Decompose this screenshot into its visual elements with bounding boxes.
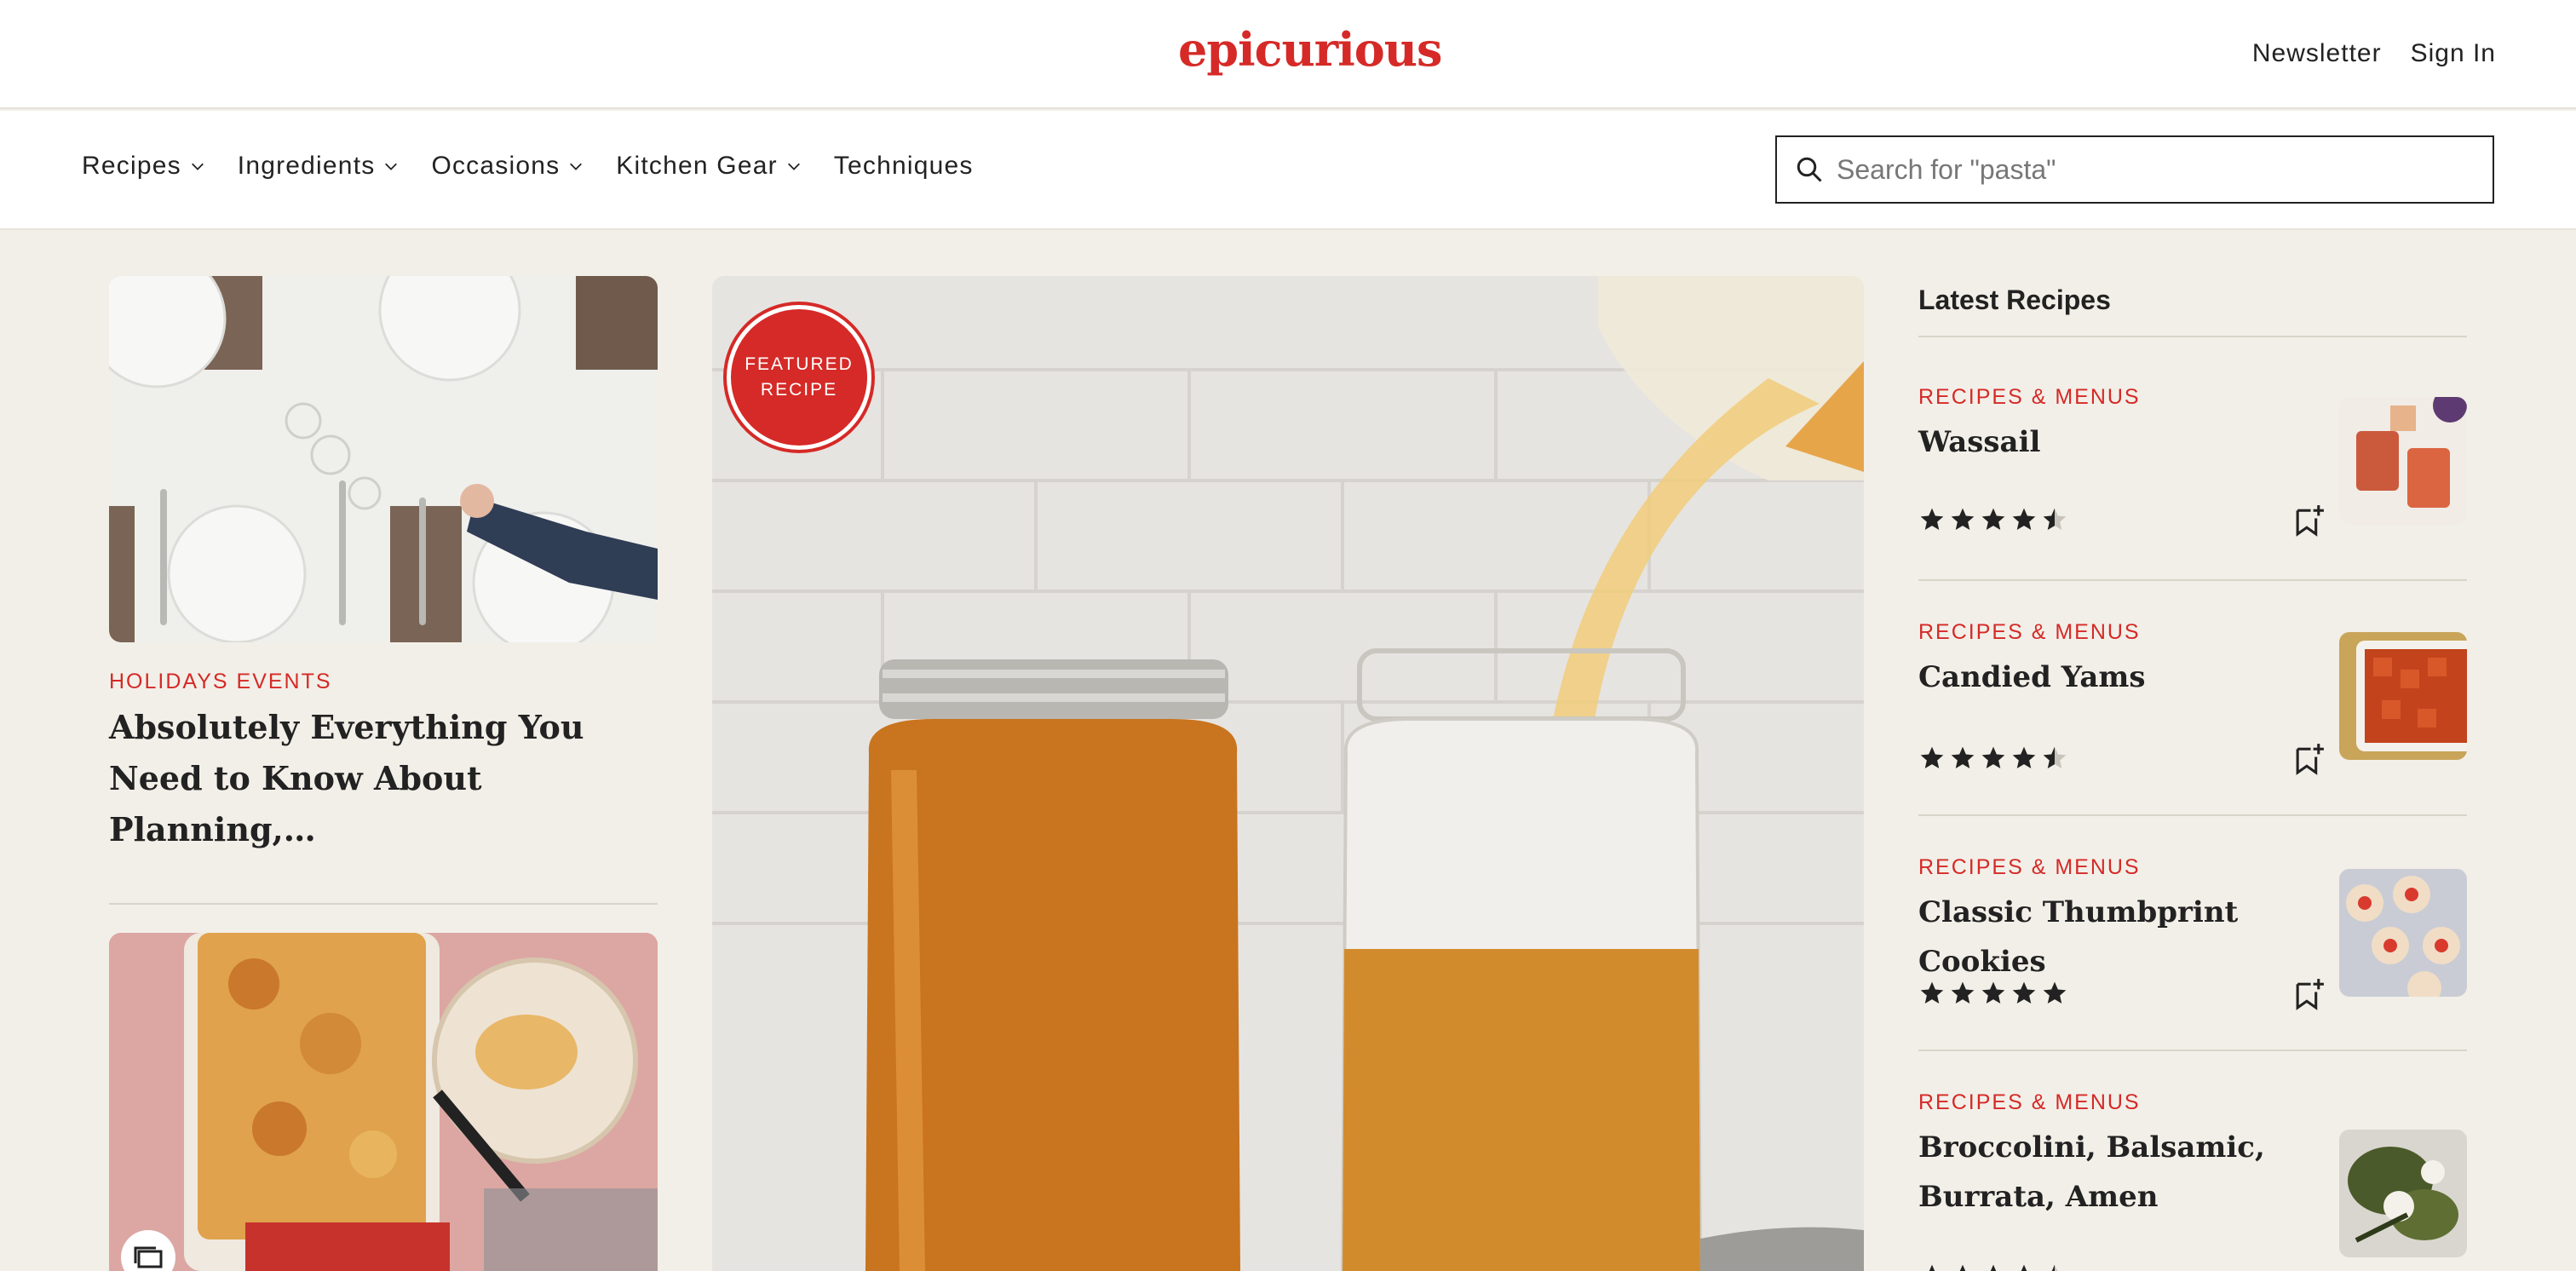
- nav-item-ingredients[interactable]: Ingredients: [238, 152, 400, 181]
- article-image-table-setting[interactable]: [109, 276, 658, 642]
- featured-recipe-badge: FEATURED RECIPE: [727, 305, 871, 450]
- search-icon[interactable]: [1794, 154, 1825, 185]
- article-eyebrow[interactable]: HOLIDAYS EVENTS: [109, 670, 332, 694]
- site-logo[interactable]: epicurious: [1178, 22, 1442, 77]
- half-star-icon: [2043, 746, 2067, 768]
- list-item: RECIPES & MENUS Candied Yams: [1918, 620, 2467, 802]
- half-star-icon: [2051, 1264, 2058, 1271]
- list-item: RECIPES & MENUS Broccolini, Balsamic, Bu…: [1918, 1090, 2467, 1271]
- newsletter-link[interactable]: Newsletter: [2252, 39, 2382, 68]
- chevron-down-icon: [191, 163, 204, 170]
- star-icon: [2043, 981, 2067, 1004]
- thumbprint-cookies-photo: [2339, 869, 2467, 997]
- recipe-eyebrow[interactable]: RECIPES & MENUS: [1918, 385, 2141, 410]
- star-icon: [2021, 1264, 2027, 1271]
- star-rating: [1918, 980, 2068, 1007]
- badge-line: RECIPE: [760, 380, 838, 400]
- star-icon: [1920, 508, 1944, 530]
- star-icon: [1951, 746, 1975, 768]
- article-image-mac-cheese[interactable]: [109, 933, 658, 1271]
- bookmark-add-icon[interactable]: [2293, 976, 2326, 1010]
- star-icon: [1951, 508, 1975, 530]
- recipe-title[interactable]: Candied Yams: [1918, 653, 2319, 702]
- star-icon: [2012, 746, 2036, 768]
- search-input[interactable]: [1837, 153, 2484, 186]
- recipe-title[interactable]: Classic Thumbprint Cookies: [1918, 888, 2319, 986]
- star-icon: [1981, 508, 2005, 530]
- broccolini-photo: [2339, 1130, 2467, 1257]
- divider: [1918, 336, 2467, 337]
- recipe-title[interactable]: Broccolini, Balsamic, Burrata, Amen: [1918, 1123, 2319, 1222]
- gallery-icon: [134, 1246, 163, 1268]
- star-icon: [1981, 981, 2005, 1004]
- recipe-title[interactable]: Wassail: [1918, 417, 2319, 467]
- baked-macaroni-photo: [109, 933, 658, 1271]
- star-icon: [1990, 1264, 1997, 1271]
- search-box: [1775, 135, 2494, 204]
- sign-in-link[interactable]: Sign In: [2411, 39, 2496, 68]
- recipe-thumbnail[interactable]: [2339, 869, 2467, 997]
- list-item: RECIPES & MENUS Classic Thumbprint Cooki…: [1918, 855, 2467, 1038]
- candied-yams-photo: [2339, 632, 2467, 760]
- half-star-icon: [2043, 508, 2067, 530]
- nav-item-label: Occasions: [431, 152, 561, 180]
- recipe-thumbnail[interactable]: [2339, 397, 2467, 525]
- divider: [1918, 814, 2467, 816]
- star-icon: [1920, 746, 1944, 768]
- star-icon: [1951, 981, 1975, 1004]
- star-rating: [1918, 745, 2068, 772]
- star-icon: [1929, 1264, 1935, 1271]
- divider: [109, 903, 658, 905]
- recipe-thumbnail[interactable]: [2339, 632, 2467, 760]
- account-links: Newsletter Sign In: [2252, 39, 2496, 68]
- star-rating: [1918, 506, 2068, 533]
- divider: [1918, 1050, 2467, 1051]
- nav-item-label: Recipes: [82, 152, 181, 180]
- nav-menu: Recipes Ingredients Occasions Kitchen Ge…: [82, 152, 974, 181]
- recipe-eyebrow[interactable]: RECIPES & MENUS: [1918, 1090, 2141, 1115]
- star-icon: [1959, 1264, 1966, 1271]
- wassail-photo: [2339, 397, 2467, 525]
- divider: [1918, 579, 2467, 581]
- nav-item-label: Techniques: [833, 152, 974, 180]
- list-item: RECIPES & MENUS Wassail: [1918, 385, 2467, 567]
- bookmark-add-icon[interactable]: [2293, 503, 2326, 537]
- chevron-down-icon: [570, 163, 583, 170]
- recipe-thumbnail[interactable]: [2339, 1130, 2467, 1257]
- bookmark-add-icon[interactable]: [2293, 741, 2326, 775]
- star-icon: [2012, 508, 2036, 530]
- chevron-down-icon: [787, 163, 800, 170]
- broth-jars-photo: [712, 276, 1864, 1271]
- nav-item-kitchen-gear[interactable]: Kitchen Gear: [616, 152, 802, 181]
- recipe-eyebrow[interactable]: RECIPES & MENUS: [1918, 620, 2141, 645]
- nav-item-label: Ingredients: [237, 152, 376, 180]
- article-title[interactable]: Absolutely Everything You Need to Know A…: [109, 702, 658, 855]
- star-icon: [2012, 981, 2036, 1004]
- nav-item-occasions[interactable]: Occasions: [431, 152, 584, 181]
- featured-recipe-image[interactable]: [712, 276, 1864, 1271]
- nav-item-techniques[interactable]: Techniques: [834, 152, 974, 181]
- nav-item-recipes[interactable]: Recipes: [82, 152, 205, 181]
- star-icon: [1981, 746, 2005, 768]
- chevron-down-icon: [385, 163, 398, 170]
- main-nav: Recipes Ingredients Occasions Kitchen Ge…: [0, 111, 2576, 230]
- nav-item-label: Kitchen Gear: [616, 152, 778, 180]
- table-setting-photo: [109, 276, 658, 642]
- badge-line: FEATURED: [745, 354, 854, 374]
- recipe-eyebrow[interactable]: RECIPES & MENUS: [1918, 855, 2141, 880]
- star-icon: [1920, 981, 1944, 1004]
- latest-recipes-heading: Latest Recipes: [1918, 285, 2111, 315]
- star-rating: [1918, 1262, 2068, 1271]
- top-header: epicurious Newsletter Sign In: [0, 0, 2576, 109]
